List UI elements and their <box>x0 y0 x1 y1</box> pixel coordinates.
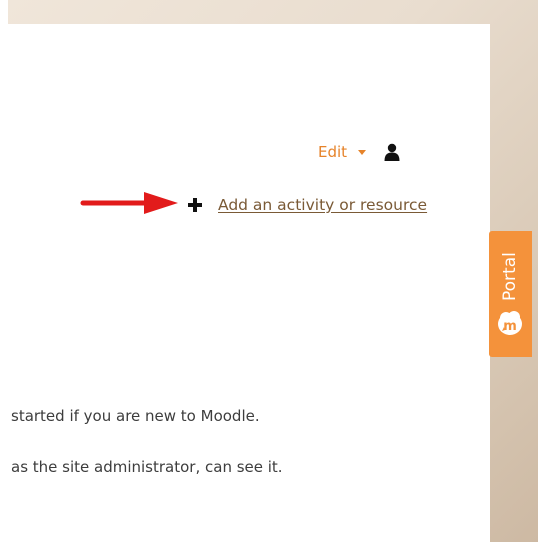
caret-down-icon <box>357 150 366 155</box>
edit-menu-row: Edit <box>318 141 400 163</box>
intro-text-line-1: started if you are new to Moodle. <box>11 407 260 425</box>
portal-tab[interactable]: Portal m <box>489 231 532 357</box>
course-page-card: Edit Add an activity or resource started… <box>0 24 490 542</box>
user-icon[interactable] <box>384 143 400 161</box>
page-edge <box>0 0 8 24</box>
portal-label: Portal <box>500 252 520 301</box>
moodle-cloud-logo-icon: m <box>498 311 522 335</box>
edit-menu-button[interactable]: Edit <box>318 143 366 161</box>
add-activity-row: Add an activity or resource <box>188 193 427 217</box>
red-arrow-icon <box>80 192 178 214</box>
edit-label: Edit <box>318 143 348 161</box>
add-activity-link[interactable]: Add an activity or resource <box>218 196 427 214</box>
plus-icon <box>188 198 202 212</box>
intro-text-line-2: as the site administrator, can see it. <box>11 458 283 476</box>
svg-text:m: m <box>503 319 517 334</box>
